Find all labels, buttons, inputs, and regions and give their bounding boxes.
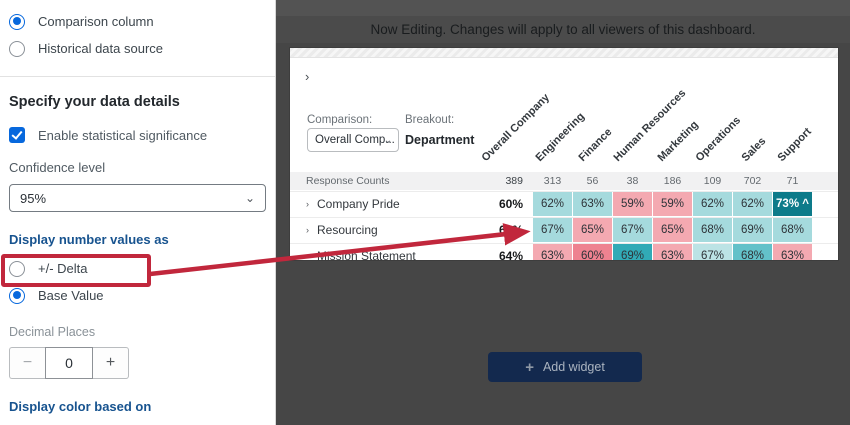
column-header-marketing: Marketing bbox=[656, 119, 701, 164]
column-headers: Overall Company Engineering Finance Huma… bbox=[290, 48, 838, 172]
table-row-resourcing: › Resourcing 66% 67% 65% 67% 65% 68% 69%… bbox=[290, 217, 838, 242]
row-expander[interactable]: › Company Pride bbox=[290, 192, 480, 216]
decimal-places-value[interactable]: 0 bbox=[45, 347, 93, 379]
chevron-right-icon[interactable]: › bbox=[306, 251, 309, 260]
comparison-label: Comparison: bbox=[307, 114, 372, 126]
heatmap-cell[interactable]: 67% bbox=[533, 218, 572, 242]
comparison-heatmap-widget[interactable]: › Comparison: Overall Comp... ⌄ Breakout… bbox=[290, 48, 838, 260]
radio-unselected-icon[interactable] bbox=[9, 261, 25, 277]
checkbox-statistical-significance[interactable]: Enable statistical significance bbox=[0, 127, 275, 143]
heatmap-grid: Response Counts 389 313 56 38 186 109 70… bbox=[290, 172, 838, 260]
radio-base-value-label: Base Value bbox=[38, 288, 104, 303]
chevron-right-icon[interactable]: › bbox=[306, 199, 309, 209]
heatmap-cell[interactable]: 59% bbox=[653, 192, 692, 216]
column-header-support: Support bbox=[776, 126, 814, 164]
response-counts-row: Response Counts 389 313 56 38 186 109 70… bbox=[290, 172, 838, 190]
confidence-level-value: 95% bbox=[20, 191, 46, 206]
response-count: 38 bbox=[613, 172, 652, 190]
checkbox-statistical-significance-label: Enable statistical significance bbox=[38, 128, 207, 143]
now-editing-banner: Now Editing. Changes will apply to all v… bbox=[276, 16, 850, 43]
chevron-down-icon: ⌄ bbox=[245, 191, 255, 205]
backdrop-top-strip bbox=[276, 0, 850, 16]
heatmap-cell[interactable]: 69% bbox=[733, 218, 772, 242]
heatmap-cell[interactable]: 67% bbox=[613, 218, 652, 242]
radio-plus-minus-delta[interactable]: +/- Delta bbox=[0, 255, 275, 282]
decrement-button[interactable]: − bbox=[9, 347, 45, 379]
heatmap-cell[interactable]: 62% bbox=[693, 192, 732, 216]
row-expander[interactable]: › Resourcing bbox=[290, 218, 480, 242]
radio-base-value[interactable]: Base Value bbox=[0, 282, 275, 309]
heatmap-cell[interactable]: 63% bbox=[653, 244, 692, 260]
response-count: 109 bbox=[693, 172, 732, 190]
decimal-places-stepper: − 0 + bbox=[9, 347, 275, 379]
now-editing-banner-text: Now Editing. Changes will apply to all v… bbox=[371, 22, 756, 37]
heatmap-cell[interactable]: 65% bbox=[573, 218, 612, 242]
radio-comparison-column[interactable]: Comparison column bbox=[0, 8, 275, 35]
chevron-right-icon[interactable]: › bbox=[306, 225, 309, 235]
heatmap-cell[interactable]: 59% bbox=[613, 192, 652, 216]
overall-value: 60% bbox=[480, 192, 532, 216]
add-widget-button[interactable]: + Add widget bbox=[488, 352, 642, 382]
radio-historical-data-source-label: Historical data source bbox=[38, 41, 163, 56]
section-heading: Specify your data details bbox=[0, 77, 275, 110]
response-count: 56 bbox=[573, 172, 612, 190]
overall-value: 66% bbox=[480, 218, 532, 242]
radio-selected-icon[interactable] bbox=[9, 288, 25, 304]
heatmap-cell[interactable]: 62% bbox=[533, 192, 572, 216]
heatmap-cell[interactable]: 68% bbox=[733, 244, 772, 260]
heatmap-cell[interactable]: 69% bbox=[613, 244, 652, 260]
color-display-heading: Display color based on bbox=[0, 399, 275, 414]
radio-comparison-column-label: Comparison column bbox=[38, 14, 154, 29]
radio-historical-data-source[interactable]: Historical data source bbox=[0, 35, 275, 62]
response-count-overall: 389 bbox=[480, 172, 532, 190]
heatmap-cell[interactable]: 62% bbox=[733, 192, 772, 216]
plus-icon: + bbox=[525, 360, 534, 375]
chevron-down-icon: ⌄ bbox=[384, 135, 392, 146]
column-header-overall-company: Overall Company bbox=[480, 92, 552, 164]
table-row-mission-statement: › Mission Statement 64% 63% 60% 69% 63% … bbox=[290, 243, 838, 260]
decimal-places-label: Decimal Places bbox=[0, 325, 275, 339]
column-header-finance: Finance bbox=[577, 126, 615, 164]
column-header-operations: Operations bbox=[694, 114, 744, 164]
radio-selected-icon[interactable] bbox=[9, 14, 25, 30]
settings-sidebar: Comparison column Historical data source… bbox=[0, 0, 276, 425]
response-count: 71 bbox=[773, 172, 812, 190]
column-header-sales: Sales bbox=[740, 135, 769, 164]
heatmap-cell[interactable]: 63% bbox=[533, 244, 572, 260]
response-counts-label: Response Counts bbox=[290, 172, 480, 190]
heatmap-cell[interactable]: 67% bbox=[693, 244, 732, 260]
add-widget-label: Add widget bbox=[543, 360, 605, 374]
row-expander[interactable]: › Mission Statement bbox=[290, 244, 480, 260]
heatmap-cell[interactable]: 68% bbox=[693, 218, 732, 242]
breakout-label: Breakout: bbox=[405, 114, 454, 126]
heatmap-cell[interactable]: 68% bbox=[773, 218, 812, 242]
overall-value: 64% bbox=[480, 244, 532, 260]
heatmap-cell[interactable]: 63% bbox=[573, 192, 612, 216]
heatmap-cell[interactable]: 60% bbox=[573, 244, 612, 260]
radio-unselected-icon[interactable] bbox=[9, 41, 25, 57]
comparison-select[interactable]: Overall Comp... ⌄ bbox=[307, 128, 399, 152]
dashboard-editor-screen: Comparison column Historical data source… bbox=[0, 0, 850, 425]
row-label: Company Pride bbox=[317, 197, 400, 211]
radio-plus-minus-delta-label: +/- Delta bbox=[38, 261, 88, 276]
heatmap-cell[interactable]: 63% bbox=[773, 244, 812, 260]
column-header-human-resources: Human Resources bbox=[612, 87, 689, 164]
expand-panel-icon[interactable]: › bbox=[305, 70, 309, 83]
response-count: 313 bbox=[533, 172, 572, 190]
number-display-heading: Display number values as bbox=[0, 232, 275, 247]
increment-button[interactable]: + bbox=[93, 347, 129, 379]
widget-drag-handle[interactable] bbox=[290, 48, 838, 58]
column-header-engineering: Engineering bbox=[534, 111, 587, 164]
response-count: 702 bbox=[733, 172, 772, 190]
confidence-level-select[interactable]: 95% ⌄ bbox=[9, 184, 266, 212]
checkbox-checked-icon[interactable] bbox=[9, 127, 25, 143]
response-count: 186 bbox=[653, 172, 692, 190]
heatmap-cell[interactable]: 65% bbox=[653, 218, 692, 242]
row-label: Resourcing bbox=[317, 223, 378, 237]
heatmap-cell-significant[interactable]: 73% ^ bbox=[773, 192, 812, 216]
breakout-value: Department bbox=[405, 133, 474, 147]
row-label: Mission Statement bbox=[317, 249, 416, 260]
table-row-company-pride: › Company Pride 60% 62% 63% 59% 59% 62% … bbox=[290, 191, 838, 216]
confidence-level-label: Confidence level bbox=[0, 160, 275, 175]
